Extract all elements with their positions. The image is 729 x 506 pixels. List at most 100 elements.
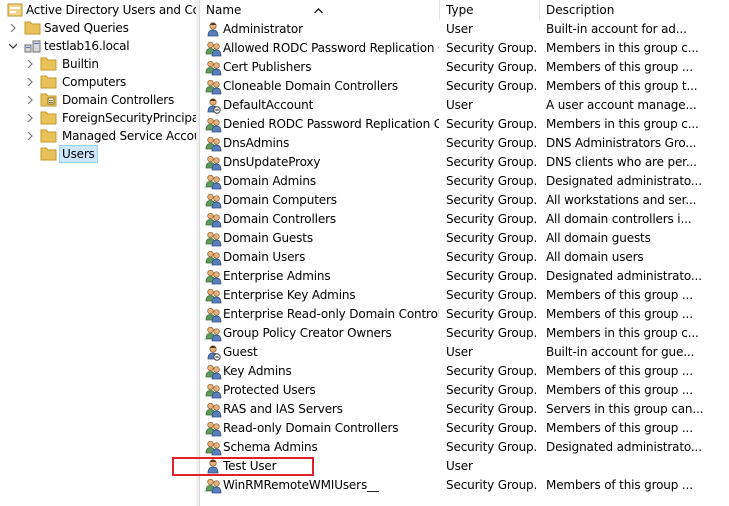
tree-node[interactable]: Users (0, 145, 196, 163)
group-icon (205, 40, 223, 57)
group-icon (205, 420, 223, 437)
row-type: Security Group... (446, 383, 538, 397)
row-name: Key Admins (223, 364, 292, 378)
list-row[interactable]: Domain Admins Security Group... Designated… (200, 172, 729, 191)
row-type: Security Group... (446, 288, 538, 302)
row-description: Built-in account for ad... (546, 22, 687, 36)
row-type: Security Group... (446, 250, 538, 264)
column-header: Name Type Description (200, 0, 729, 20)
row-name: Domain Guests (223, 231, 313, 245)
chevron-right-icon[interactable] (8, 19, 18, 37)
group-icon (205, 230, 223, 247)
list-row[interactable]: WinRMRemoteWMIUsers__ Security Group... Me… (200, 476, 729, 495)
row-type: Security Group... (446, 478, 538, 492)
row-description: Built-in account for gue... (546, 345, 695, 359)
chevron-down-icon[interactable] (8, 37, 18, 55)
column-name-label: Name (206, 3, 242, 17)
list-row[interactable]: Domain Guests Security Group... All domain… (200, 229, 729, 248)
list-row[interactable]: Key Admins Security Group... Members of th… (200, 362, 729, 381)
list-row[interactable]: Denied RODC Password Replication Gr... Se… (200, 115, 729, 134)
group-icon (205, 154, 223, 171)
folder-icon (40, 110, 58, 126)
tree-node-label: Computers (62, 75, 127, 89)
row-name: RAS and IAS Servers (223, 402, 343, 416)
expander-blank[interactable] (25, 145, 35, 163)
list-row[interactable]: Enterprise Read-only Domain Controllers S… (200, 305, 729, 324)
row-description: Members of this group ... (546, 60, 693, 74)
row-description: All domain users (546, 250, 644, 264)
chevron-right-icon[interactable] (25, 55, 35, 73)
list-row[interactable]: Enterprise Key Admins Security Group... Me… (200, 286, 729, 305)
column-header-type[interactable]: Type (440, 0, 540, 20)
row-description: DNS clients who are per... (546, 155, 697, 169)
row-name: Enterprise Key Admins (223, 288, 356, 302)
row-type: Security Group... (446, 117, 538, 131)
tree-node[interactable]: Managed Service Accour (0, 127, 196, 145)
row-type: Security Group... (446, 307, 538, 321)
list-row[interactable]: Cloneable Domain Controllers Security Gro… (200, 77, 729, 96)
list-row[interactable]: Read-only Domain Controllers Security Gro… (200, 419, 729, 438)
row-name: DefaultAccount (223, 98, 314, 112)
row-description (546, 457, 729, 476)
chevron-right-icon[interactable] (25, 73, 35, 91)
tree-saved-queries[interactable]: Saved Queries (0, 19, 196, 37)
list-row[interactable]: Protected Users Security Group... Members … (200, 381, 729, 400)
object-list: Name Type Description Administrator User B… (200, 0, 729, 506)
group-icon (205, 287, 223, 304)
list-row[interactable]: Domain Computers Security Group... All wor… (200, 191, 729, 210)
list-row[interactable]: Group Policy Creator Owners Security Grou… (200, 324, 729, 343)
tree-node[interactable]: Domain Controllers (0, 91, 196, 109)
row-type: User (446, 345, 473, 359)
row-description: Members in this group c... (546, 117, 699, 131)
row-type: Security Group... (446, 79, 538, 93)
tree-root[interactable]: Active Directory Users and Com (0, 1, 196, 19)
list-row[interactable]: Allowed RODC Password Replication G... Se… (200, 39, 729, 58)
group-icon (205, 135, 223, 152)
list-row[interactable]: Guest User Built-in account for gue... (200, 343, 729, 362)
tree-node[interactable]: Builtin (0, 55, 196, 73)
chevron-right-icon[interactable] (25, 127, 35, 145)
list-row[interactable]: Cert Publishers Security Group... Members … (200, 58, 729, 77)
row-description: Designated administrato... (546, 174, 702, 188)
row-name: Cloneable Domain Controllers (223, 79, 399, 93)
user-disabled-icon (205, 344, 223, 361)
row-type: Security Group... (446, 193, 538, 207)
row-name: Domain Users (223, 250, 306, 264)
row-name: Read-only Domain Controllers (223, 421, 399, 435)
row-type: Security Group... (446, 364, 538, 378)
row-type: Security Group... (446, 421, 538, 435)
user-disabled-icon (205, 97, 223, 114)
row-type: Security Group... (446, 326, 538, 340)
row-name: Domain Controllers (223, 212, 336, 226)
row-name: Cert Publishers (223, 60, 312, 74)
chevron-right-icon[interactable] (25, 91, 35, 109)
folder-icon (24, 20, 42, 36)
list-row[interactable]: DnsUpdateProxy Security Group... DNS clien… (200, 153, 729, 172)
user-icon (205, 21, 223, 38)
chevron-right-icon[interactable] (25, 109, 35, 127)
row-type: User (446, 98, 473, 112)
list-row[interactable]: Enterprise Admins Security Group... Design… (200, 267, 729, 286)
row-type: Security Group... (446, 440, 538, 454)
console-tree: Active Directory Users and Com Saved Que… (0, 0, 196, 506)
list-row[interactable]: Administrator User Built-in account for ad… (200, 20, 729, 39)
tree-node[interactable]: Computers (0, 73, 196, 91)
list-row[interactable]: DnsAdmins Security Group... DNS Administra… (200, 134, 729, 153)
row-type: Security Group... (446, 41, 538, 55)
row-type: User (446, 459, 473, 473)
list-row[interactable]: Domain Users Security Group... All domain … (200, 248, 729, 267)
row-description: Servers in this group can... (546, 402, 704, 416)
tree-node-label: Builtin (62, 57, 99, 71)
row-description: All domain guests (546, 231, 651, 245)
list-row[interactable]: RAS and IAS Servers Security Group... Serv… (200, 400, 729, 419)
row-description: Members of this group ... (546, 478, 693, 492)
list-row[interactable]: DefaultAccount User A user account manage.… (200, 96, 729, 115)
tree-node[interactable]: ForeignSecurityPrincipals (0, 109, 196, 127)
tree-saved-queries-label: Saved Queries (44, 21, 129, 35)
list-row[interactable]: Domain Controllers Security Group... All d… (200, 210, 729, 229)
tree-domain[interactable]: testlab16.local (0, 37, 196, 55)
list-row[interactable]: Schema Admins Security Group... Designated… (200, 438, 729, 457)
column-header-description[interactable]: Description (540, 0, 729, 20)
group-icon (205, 268, 223, 285)
group-icon (205, 78, 223, 95)
